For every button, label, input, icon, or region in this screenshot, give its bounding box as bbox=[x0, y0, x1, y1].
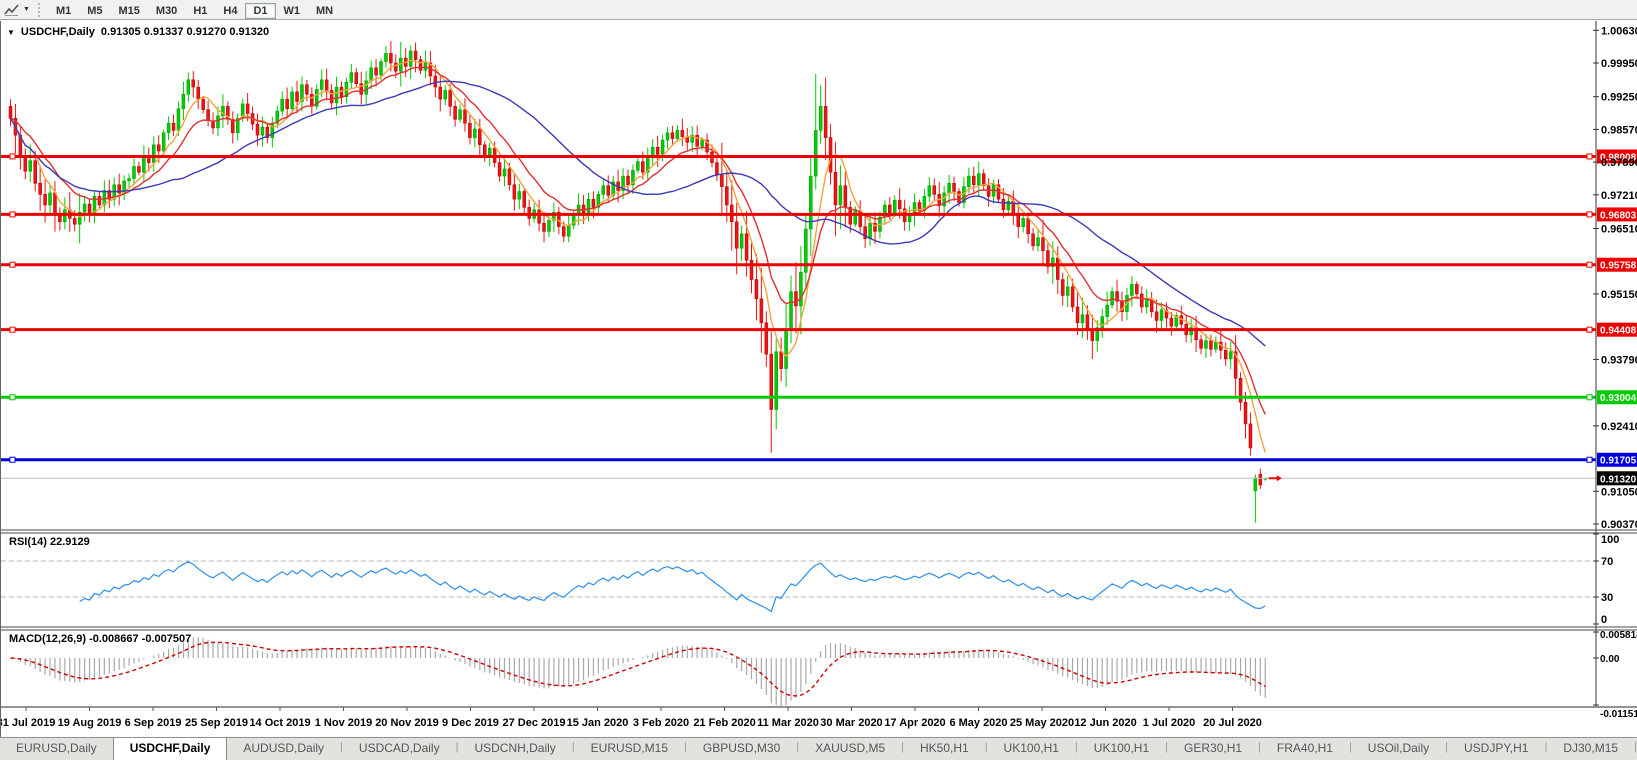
svg-text:0.99950: 0.99950 bbox=[1601, 58, 1637, 70]
svg-text:25 May 2020: 25 May 2020 bbox=[1010, 717, 1074, 729]
svg-text:0.92410: 0.92410 bbox=[1601, 421, 1637, 433]
svg-text:0.90370: 0.90370 bbox=[1601, 519, 1637, 531]
svg-text:6 Sep 2019: 6 Sep 2019 bbox=[125, 717, 182, 729]
svg-text:25 Sep 2019: 25 Sep 2019 bbox=[185, 717, 248, 729]
svg-text:0.98570: 0.98570 bbox=[1601, 124, 1637, 136]
toolbar-grip[interactable] bbox=[37, 2, 40, 17]
timeframe-button-W1[interactable]: W1 bbox=[276, 3, 309, 19]
svg-text:20 Nov 2019: 20 Nov 2019 bbox=[375, 717, 439, 729]
timeframe-button-MN[interactable]: MN bbox=[308, 3, 341, 19]
timeframe-button-D1[interactable]: D1 bbox=[245, 2, 276, 19]
svg-text:1.00630: 1.00630 bbox=[1601, 25, 1637, 37]
chart-tab-usoil-daily[interactable]: USOil,Daily bbox=[1352, 738, 1445, 760]
chart-tab-bar: EURUSD,Daily USDCHF,Daily AUDUSD,Daily | USD… bbox=[0, 737, 1637, 760]
svg-text:9 Dec 2019: 9 Dec 2019 bbox=[442, 717, 499, 729]
svg-text:14 Oct 2019: 14 Oct 2019 bbox=[249, 717, 310, 729]
timeframe-button-M5[interactable]: M5 bbox=[79, 3, 110, 19]
chart-tab-fra40-h1[interactable]: FRA40,H1 bbox=[1261, 738, 1349, 760]
svg-text:0.91320: 0.91320 bbox=[1600, 474, 1637, 485]
svg-text:0.97210: 0.97210 bbox=[1601, 190, 1637, 202]
svg-text:0.91705: 0.91705 bbox=[1600, 456, 1637, 467]
chart-tab-hk50-h1[interactable]: HK50,H1 bbox=[904, 738, 985, 760]
svg-text:1 Nov 2019: 1 Nov 2019 bbox=[315, 717, 372, 729]
svg-text:19 Aug 2019: 19 Aug 2019 bbox=[58, 717, 122, 729]
svg-text:17 Apr 2020: 17 Apr 2020 bbox=[884, 717, 945, 729]
line-chart-icon[interactable] bbox=[3, 2, 21, 18]
svg-text:0.99250: 0.99250 bbox=[1601, 92, 1637, 104]
svg-text:0.97890: 0.97890 bbox=[1601, 157, 1637, 169]
svg-text:0.94408: 0.94408 bbox=[1600, 326, 1637, 337]
svg-text:20 Jul 2020: 20 Jul 2020 bbox=[1203, 717, 1262, 729]
chart-tab-audusd-daily[interactable]: AUDUSD,Daily bbox=[227, 738, 340, 760]
svg-text:0.91050: 0.91050 bbox=[1601, 486, 1637, 498]
svg-text:15 Jan 2020: 15 Jan 2020 bbox=[567, 717, 629, 729]
svg-text:0.96803: 0.96803 bbox=[1600, 210, 1637, 221]
svg-text:0.96510: 0.96510 bbox=[1601, 224, 1637, 236]
chart-tab-dj30-m15[interactable]: DJ30,M15 bbox=[1547, 738, 1634, 760]
timeframe-button-M1[interactable]: M1 bbox=[48, 3, 79, 19]
svg-text:30: 30 bbox=[1601, 592, 1613, 604]
svg-text:0.005818: 0.005818 bbox=[1600, 630, 1637, 641]
price-chart-canvas[interactable]: 0.980080.968030.957580.944080.930040.917… bbox=[1, 21, 1637, 737]
svg-text:-0.01151: -0.01151 bbox=[1600, 709, 1637, 720]
chart-tab-usdchf-daily[interactable]: USDCHF,Daily bbox=[112, 738, 228, 760]
svg-text:0: 0 bbox=[1601, 614, 1607, 626]
svg-text:27 Dec 2019: 27 Dec 2019 bbox=[503, 717, 566, 729]
chart-window[interactable]: 0.98008 0.96803 0.95758 0.94408 0.93004 0.917… bbox=[0, 21, 1637, 737]
svg-text:12 Jun 2020: 12 Jun 2020 bbox=[1074, 717, 1136, 729]
mt4-terminal: ▼ M1 M5 M15 M30 H1 H4 D1 W1 MN 0.98008 0.96803 0.9… bbox=[0, 0, 1637, 760]
svg-text:1 Jul 2020: 1 Jul 2020 bbox=[1143, 717, 1196, 729]
timeframe-toolbar: ▼ M1 M5 M15 M30 H1 H4 D1 W1 MN bbox=[0, 0, 1637, 20]
svg-text:0.95758: 0.95758 bbox=[1600, 261, 1637, 272]
chart-tab-uk100-h1[interactable]: UK100,H1 bbox=[988, 738, 1075, 760]
chart-tab-gbpusd-m30[interactable]: GBPUSD,M30 bbox=[687, 738, 796, 760]
svg-text:0.93004: 0.93004 bbox=[1600, 393, 1637, 404]
svg-text:31 Jul 2019: 31 Jul 2019 bbox=[1, 717, 55, 729]
svg-text:0.93790: 0.93790 bbox=[1601, 354, 1637, 366]
chart-tool-dropdown-caret[interactable]: ▼ bbox=[23, 6, 30, 13]
chart-tabs: EURUSD,Daily USDCHF,Daily AUDUSD,Daily | USD… bbox=[0, 738, 1637, 760]
chart-tab-eurusd-daily[interactable]: EURUSD,Daily bbox=[0, 738, 113, 760]
timeframe-button-H1[interactable]: H1 bbox=[185, 3, 215, 19]
svg-text:21 Feb 2020: 21 Feb 2020 bbox=[693, 717, 755, 729]
timeframe-button-M15[interactable]: M15 bbox=[111, 3, 148, 19]
chart-tab-usdcnh-daily[interactable]: USDCNH,Daily bbox=[458, 738, 571, 760]
chart-tab-usdjpy-h1[interactable]: USDJPY,H1 bbox=[1448, 738, 1544, 760]
timeframe-button-H4[interactable]: H4 bbox=[215, 3, 245, 19]
svg-text:70: 70 bbox=[1601, 556, 1613, 568]
svg-text:3 Feb 2020: 3 Feb 2020 bbox=[633, 717, 689, 729]
chart-tab-usdcad-daily[interactable]: USDCAD,Daily bbox=[343, 738, 456, 760]
chart-tab-xauusd-m5[interactable]: XAUUSD,M5 bbox=[799, 738, 901, 760]
svg-text:30 Mar 2020: 30 Mar 2020 bbox=[820, 717, 882, 729]
chart-tab-ger30-h1[interactable]: GER30,H1 bbox=[1168, 738, 1258, 760]
timeframe-buttons: M1 M5 M15 M30 H1 H4 D1 W1 MN bbox=[48, 1, 341, 19]
svg-text:6 May 2020: 6 May 2020 bbox=[949, 717, 1007, 729]
chart-tab-uk100-h1[interactable]: UK100,H1 bbox=[1078, 738, 1165, 760]
svg-text:11 Mar 2020: 11 Mar 2020 bbox=[757, 717, 819, 729]
svg-text:0.95150: 0.95150 bbox=[1601, 289, 1637, 301]
svg-text:100: 100 bbox=[1601, 534, 1619, 546]
chart-tab-eurusd-m15[interactable]: EURUSD,M15 bbox=[575, 738, 684, 760]
timeframe-button-M30[interactable]: M30 bbox=[148, 3, 185, 19]
svg-text:0.00: 0.00 bbox=[1600, 654, 1620, 665]
